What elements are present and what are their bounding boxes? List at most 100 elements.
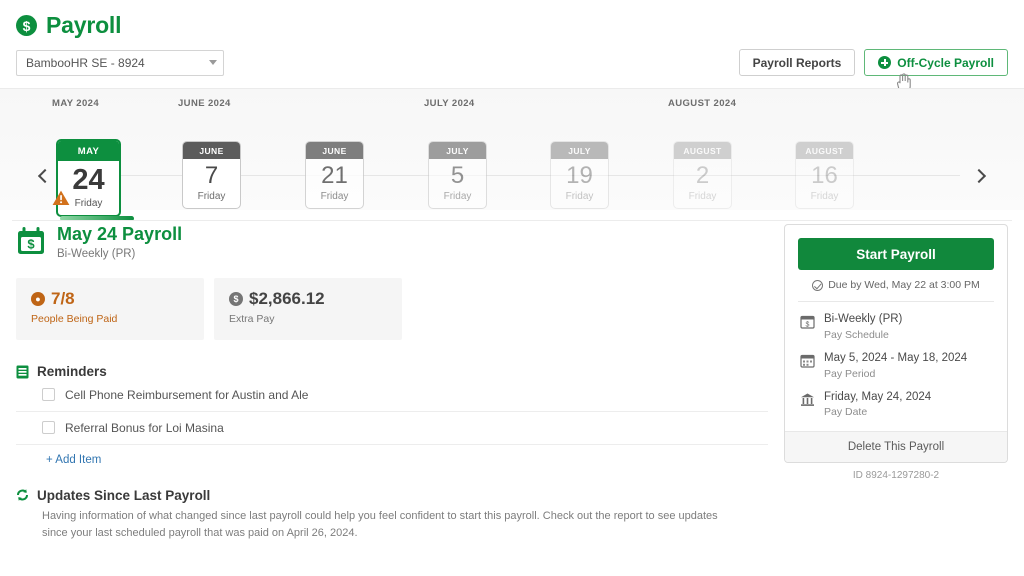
date-card[interactable]: AUGUST 2 Friday [673, 141, 732, 209]
dollar-circle-icon: $ [16, 15, 37, 36]
date-card-weekday: Friday [320, 191, 349, 202]
updates-section: Updates Since Last Payroll Having inform… [16, 488, 768, 542]
payroll-summary-panel: Start Payroll Due by Wed, May 22 at 3:00… [784, 224, 1008, 464]
carousel-month-labels: MAY 2024 JUNE 2024 JULY 2024 AUGUST 2024 [12, 89, 1012, 113]
carousel-month-label: JUNE 2024 [178, 98, 231, 109]
page-header: $ Payroll [0, 0, 1024, 39]
meta-value: Bi-Weekly (PR) [824, 313, 903, 325]
stat-card-people-being-paid: ● 7/8 People Being Paid [16, 277, 204, 340]
main-content: $ May 24 Payroll Bi-Weekly (PR) ● 7/8 Pe… [0, 210, 1024, 542]
calendar-dollar-icon: $ [18, 227, 44, 254]
chevron-down-icon [209, 60, 217, 65]
svg-text:$: $ [806, 321, 810, 328]
person-circle-icon: ● [31, 291, 45, 306]
date-card-weekday: Friday [565, 191, 594, 202]
reminder-label: Cell Phone Reimbursement for Austin and … [65, 387, 309, 402]
carousel-track: MAY 24 Friday JUNE 7 Friday JUNE 21 Frid… [12, 113, 1012, 217]
date-card-month: JULY [551, 142, 608, 159]
date-card-month: MAY [58, 141, 119, 161]
date-card[interactable]: AUGUST 16 Friday [795, 141, 854, 209]
due-by-text: Due by Wed, May 22 at 3:00 PM [828, 279, 980, 291]
date-card-day: 21 [321, 162, 348, 189]
meta-label: Pay Schedule [824, 328, 889, 341]
meta-row-pay-date: Friday, May 24, 2024 Pay Date [798, 380, 994, 419]
due-by-row: Due by Wed, May 22 at 3:00 PM [798, 270, 994, 302]
updates-title: Updates Since Last Payroll [37, 487, 211, 503]
date-card-weekday: Friday [443, 191, 472, 202]
stat-card-extra-pay: $ $2,866.12 Extra Pay [214, 277, 402, 340]
svg-text:$: $ [27, 237, 35, 252]
payroll-date-carousel: MAY 2024 JUNE 2024 JULY 2024 AUGUST 2024… [0, 88, 1024, 217]
chevron-left-icon [37, 168, 53, 184]
carousel-prev-button[interactable] [34, 163, 56, 189]
notepad-icon [16, 365, 29, 379]
date-card-day: 16 [811, 162, 838, 189]
meta-row-pay-period: May 5, 2024 - May 18, 2024 Pay Period [798, 341, 994, 380]
payroll-summary-column: Start Payroll Due by Wed, May 22 at 3:00… [784, 224, 1008, 542]
reminder-label: Referral Bonus for Loi Masina [65, 420, 224, 435]
date-card-day: 2 [695, 162, 710, 189]
toolbar: BambooHR SE - 8924 Payroll Reports Off-C… [0, 39, 1024, 88]
meta-label: Pay Date [824, 406, 868, 419]
meta-value: Friday, May 24, 2024 [824, 390, 932, 403]
date-card-day: 7 [204, 162, 219, 189]
check-circle-icon [812, 279, 824, 291]
meta-label: Pay Period [824, 367, 876, 380]
company-select-value: BambooHR SE - 8924 [26, 55, 145, 70]
carousel-month-label: MAY 2024 [52, 98, 100, 109]
updates-heading: Updates Since Last Payroll [16, 488, 768, 503]
stat-label: Extra Pay [229, 312, 275, 325]
date-card-month: AUGUST [796, 142, 853, 159]
reminder-checkbox[interactable] [42, 421, 55, 435]
date-card-day: 19 [566, 162, 593, 189]
updates-description: Having information of what changed since… [42, 509, 718, 539]
carousel-next-button[interactable] [968, 163, 990, 189]
carousel-month-label: AUGUST 2024 [668, 98, 737, 109]
date-card-month: JUNE [183, 142, 240, 159]
date-card-month: JUNE [306, 142, 363, 159]
reminder-checkbox[interactable] [42, 388, 55, 402]
stat-value: 7/8 [51, 288, 75, 308]
plus-circle-icon [878, 56, 892, 69]
warning-triangle-icon [52, 190, 70, 205]
toolbar-actions: Payroll Reports Off-Cycle Payroll [738, 49, 1008, 76]
calendar-icon [800, 354, 815, 368]
stat-label: People Being Paid [31, 312, 118, 325]
date-card[interactable]: JULY 19 Friday [550, 141, 609, 209]
start-payroll-button[interactable]: Start Payroll [798, 238, 994, 270]
date-card-weekday: Friday [197, 191, 226, 202]
meta-value: May 5, 2024 - May 18, 2024 [824, 351, 968, 364]
carousel-month-label: JULY 2024 [424, 98, 475, 109]
payroll-id: ID 8924-1297280-2 [852, 470, 940, 482]
payroll-details-column: $ May 24 Payroll Bi-Weekly (PR) ● 7/8 Pe… [16, 224, 768, 542]
calendar-dollar-icon: $ [800, 315, 815, 329]
delete-payroll-button[interactable]: Delete This Payroll [785, 431, 1007, 463]
carousel-bottom-divider [12, 220, 1012, 221]
date-card-month: JULY [429, 142, 486, 159]
date-card-month: AUGUST [674, 142, 731, 159]
refresh-icon [17, 489, 28, 501]
date-card-day: 5 [450, 162, 465, 189]
payroll-title: May 24 Payroll [57, 224, 183, 244]
date-card[interactable]: JULY 5 Friday [428, 141, 487, 209]
payroll-stats: ● 7/8 People Being Paid $ $2,866.12 Extr… [16, 277, 768, 340]
payroll-heading: $ May 24 Payroll Bi-Weekly (PR) [16, 224, 768, 260]
add-item-link[interactable]: + Add Item [16, 445, 768, 466]
page-title: Payroll [46, 12, 122, 38]
date-card-weekday: Friday [810, 191, 839, 202]
date-card[interactable]: JUNE 7 Friday [182, 141, 241, 209]
dollar-circle-icon: $ [229, 291, 243, 306]
date-card-weekday: Friday [688, 191, 717, 202]
meta-row-pay-schedule: $ Bi-Weekly (PR) Pay Schedule [798, 302, 994, 341]
reminders-heading: Reminders [16, 364, 768, 379]
off-cycle-payroll-label: Off-Cycle Payroll [897, 55, 994, 70]
payroll-schedule-label: Bi-Weekly (PR) [57, 247, 136, 260]
reminders-title: Reminders [37, 363, 107, 379]
off-cycle-payroll-button[interactable]: Off-Cycle Payroll [864, 49, 1008, 76]
reminder-item[interactable]: Cell Phone Reimbursement for Austin and … [16, 379, 768, 412]
date-card[interactable]: JUNE 21 Friday [305, 141, 364, 209]
payroll-reports-button[interactable]: Payroll Reports [738, 49, 856, 76]
reminder-item[interactable]: Referral Bonus for Loi Masina [16, 412, 768, 445]
chevron-right-icon [971, 168, 987, 184]
company-select[interactable]: BambooHR SE - 8924 [16, 49, 224, 76]
